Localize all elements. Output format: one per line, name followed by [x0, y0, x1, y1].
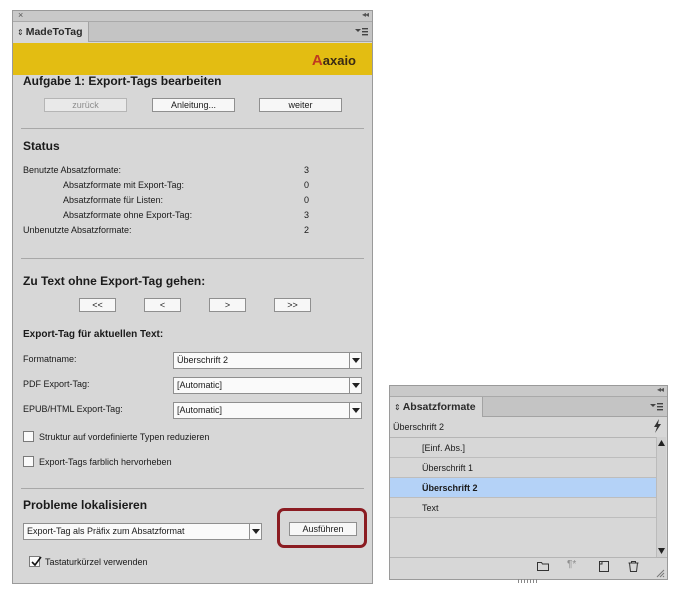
highlight-checkbox-label: Export-Tags farblich hervorheben [39, 457, 172, 467]
status-lists-label: Absatzformate für Listen: [63, 195, 164, 205]
scrollbar[interactable] [656, 437, 666, 557]
brand-bar: Aaxaio [13, 43, 372, 75]
status-used-value: 3 [303, 165, 309, 175]
tab-label: Absatzformate [402, 401, 476, 413]
status-unused-label: Unbenutzte Absatzformate: [23, 225, 132, 235]
divider [21, 488, 364, 489]
structure-checkbox[interactable] [23, 431, 34, 442]
problems-select[interactable]: Export-Tag als Präfix zum Absatzformat [23, 523, 262, 540]
status-with-tag-value: 0 [303, 180, 309, 190]
current-style-label: Überschrift 2 [393, 422, 445, 432]
status-lists-value: 0 [303, 195, 309, 205]
chevron-down-icon [349, 353, 361, 368]
pdf-tag-label: PDF Export-Tag: [23, 379, 90, 389]
list-item[interactable]: [Einf. Abs.] [390, 438, 656, 458]
pdf-tag-select[interactable]: [Automatic] [173, 377, 362, 394]
madetotag-panel: × ◂◂ ⇕ MadeToTag Aaxaio Aufgabe 1: Export… [12, 10, 373, 584]
goto-title: Zu Text ohne Export-Tag gehen: [23, 274, 206, 288]
new-style-icon[interactable] [599, 561, 609, 575]
back-button[interactable]: zurück [44, 98, 127, 112]
absatzformate-panel: ◂◂ ⇕ Absatzformate Überschrift 2 [Einf. A… [389, 385, 668, 583]
chevron-down-icon [249, 524, 261, 539]
collapse-icon[interactable]: ◂◂ [657, 385, 664, 394]
problems-title: Probleme lokalisieren [23, 498, 148, 512]
list-item[interactable]: Text [390, 498, 656, 518]
divider [21, 258, 364, 259]
export-tag-title: Export-Tag für aktuellen Text: [23, 329, 164, 340]
trash-icon[interactable] [628, 561, 639, 575]
panel-tab-row: ⇕ MadeToTag [13, 22, 372, 42]
list-item[interactable]: Überschrift 1 [390, 458, 656, 478]
checkmark-icon [31, 556, 42, 567]
next-button[interactable]: weiter [259, 98, 342, 112]
status-without-tag-value: 3 [303, 210, 309, 220]
goto-first-button[interactable]: << [79, 298, 116, 312]
structure-checkbox-label: Struktur auf vordefinierte Typen reduzie… [39, 432, 210, 442]
highlight-checkbox[interactable] [23, 456, 34, 467]
lightning-icon[interactable] [653, 419, 662, 435]
collapse-icon[interactable]: ◂◂ [362, 10, 369, 19]
goto-prev-button[interactable]: < [144, 298, 181, 312]
status-with-tag-label: Absatzformate mit Export-Tag: [63, 180, 185, 190]
epub-tag-select[interactable]: [Automatic] [173, 402, 362, 419]
panel-titlebar: ◂◂ [390, 385, 667, 397]
status-title: Status [23, 139, 60, 153]
list-item-selected[interactable]: Überschrift 2 [390, 478, 656, 498]
chevron-down-icon [349, 378, 361, 393]
panel-footer: ¶* [390, 557, 667, 583]
status-without-tag-label: Absatzformate ohne Export-Tag: [63, 210, 193, 220]
format-name-value: Überschrift 2 [177, 355, 229, 365]
panel-menu-icon[interactable] [649, 401, 663, 413]
problems-select-value: Export-Tag als Präfix zum Absatzformat [27, 526, 185, 536]
status-used-label: Benutzte Absatzformate: [23, 165, 122, 175]
run-button[interactable]: Ausführen [289, 522, 357, 536]
status-unused-value: 2 [303, 225, 309, 235]
divider [21, 128, 364, 129]
clear-overrides-icon[interactable]: ¶* [567, 559, 576, 570]
tab-madetotag[interactable]: ⇕ MadeToTag [13, 22, 90, 42]
panel-menu-icon[interactable] [354, 26, 368, 38]
resize-grip-icon[interactable] [518, 575, 538, 585]
task-title: Aufgabe 1: Export-Tags bearbeiten [23, 74, 222, 88]
panel-titlebar: × ◂◂ [13, 10, 372, 22]
tab-absatzformate[interactable]: ⇕ Absatzformate [390, 397, 483, 417]
corner-resize-icon[interactable] [656, 569, 665, 580]
tab-label: MadeToTag [25, 26, 83, 38]
help-button[interactable]: Anleitung... [152, 98, 235, 112]
axaio-mark-icon: A [311, 52, 323, 69]
pdf-tag-value: [Automatic] [177, 380, 223, 390]
epub-tag-label: EPUB/HTML Export-Tag: [23, 404, 123, 414]
epub-tag-value: [Automatic] [177, 405, 223, 415]
style-list: [Einf. Abs.] Überschrift 1 Überschrift 2… [390, 437, 656, 557]
shortcuts-checkbox-label: Tastaturkürzel verwenden [45, 557, 148, 567]
goto-next-button[interactable]: > [209, 298, 246, 312]
tab-stepper-icon: ⇕ [394, 403, 401, 412]
axaio-logo: Aaxaio [311, 52, 356, 69]
format-name-select[interactable]: Überschrift 2 [173, 352, 362, 369]
shortcuts-checkbox[interactable] [29, 556, 42, 567]
chevron-down-icon [349, 403, 361, 418]
close-icon[interactable]: × [18, 10, 23, 20]
panel-tab-row: ⇕ Absatzformate [390, 397, 667, 417]
goto-last-button[interactable]: >> [274, 298, 311, 312]
tab-stepper-icon: ⇕ [17, 28, 24, 37]
format-name-label: Formatname: [23, 354, 77, 364]
folder-icon[interactable] [537, 561, 549, 574]
